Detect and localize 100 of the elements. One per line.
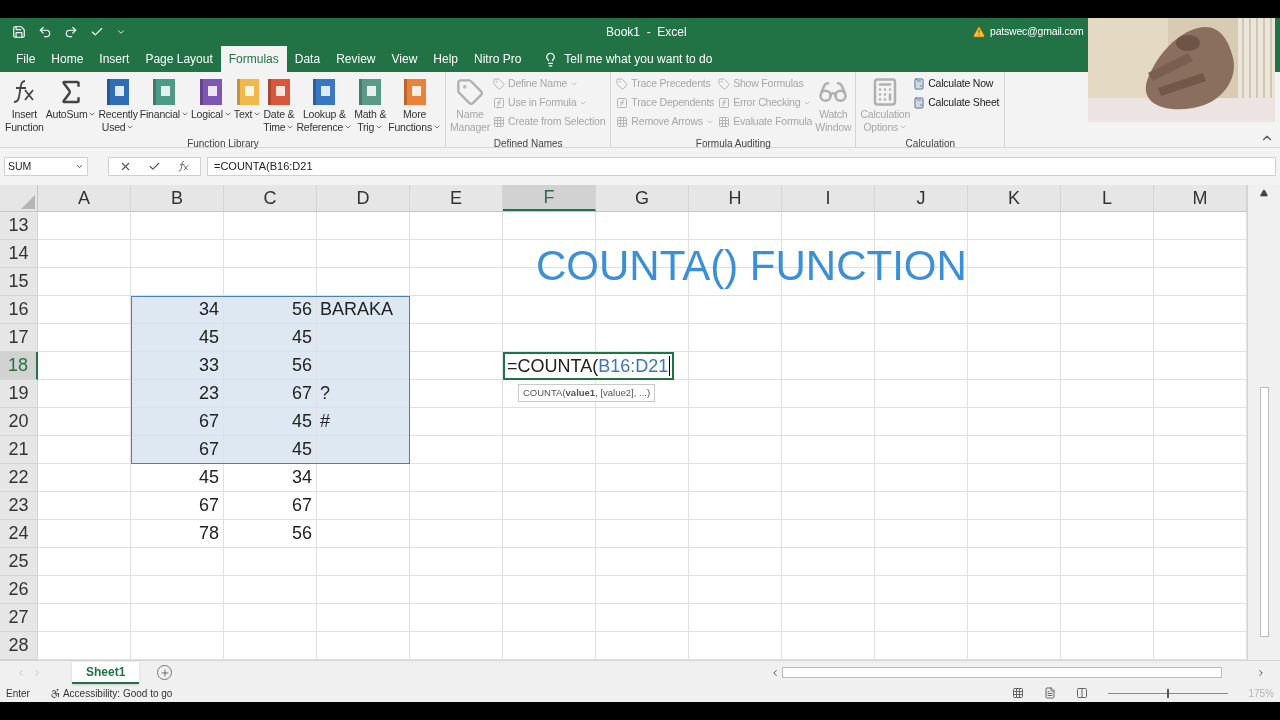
formula-field[interactable]: =COUNTA(B16:D21 [207, 157, 1276, 176]
ribbon-button[interactable]: Calculate Sheet [913, 95, 1000, 111]
row-header[interactable]: 24 [0, 520, 38, 548]
row-header[interactable]: 21 [0, 436, 38, 464]
row-header[interactable]: 19 [0, 380, 38, 408]
column-header[interactable]: L [1061, 185, 1154, 211]
page-break-icon[interactable] [1076, 687, 1089, 699]
grid-cell[interactable]: 56 [224, 352, 317, 379]
row-header[interactable]: 14 [0, 240, 38, 268]
ribbon-button[interactable]: Logical [190, 72, 233, 136]
cell-editor[interactable]: =COUNTA(B16:D21 [503, 352, 675, 380]
undo-icon[interactable] [38, 25, 52, 39]
grid-cell[interactable]: 45 [131, 464, 224, 491]
ribbon-tab[interactable]: View [383, 46, 426, 72]
grid-cell[interactable] [317, 324, 410, 351]
grid-cell[interactable]: 67 [131, 436, 224, 463]
grid-cell[interactable]: ? [317, 380, 410, 407]
grid-cell[interactable]: BARAKA [317, 296, 410, 323]
grid-cell[interactable]: 34 [224, 464, 317, 491]
column-header[interactable]: C [224, 185, 317, 211]
ribbon-tab[interactable]: Page Layout [137, 46, 221, 72]
ribbon-tab[interactable]: Help [425, 46, 466, 72]
grid-cell[interactable]: 33 [131, 352, 224, 379]
row-header[interactable]: 28 [0, 632, 38, 660]
row-header[interactable]: 15 [0, 268, 38, 296]
column-header[interactable]: H [689, 185, 782, 211]
grid-cell[interactable]: # [317, 408, 410, 435]
save-icon[interactable] [12, 25, 26, 39]
column-header[interactable]: K [968, 185, 1061, 211]
scroll-right-icon[interactable] [1256, 667, 1266, 678]
row-header[interactable]: 13 [0, 212, 38, 240]
sheet-tab[interactable]: Sheet1 [72, 661, 140, 684]
zoom-thumb[interactable] [1167, 688, 1170, 698]
grid-cell[interactable]: 34 [131, 296, 224, 323]
cancel-icon[interactable] [119, 160, 132, 173]
row-header[interactable]: 27 [0, 604, 38, 632]
grid-cell[interactable] [317, 352, 410, 379]
ribbon-tab[interactable]: Formulas [220, 46, 287, 72]
column-header[interactable]: G [596, 185, 689, 211]
grid-cell[interactable]: 67 [224, 492, 317, 519]
grid-cell[interactable] [317, 436, 410, 463]
row-header[interactable]: 18 [0, 352, 38, 380]
page-layout-icon[interactable] [1044, 687, 1057, 699]
row-header[interactable]: 16 [0, 296, 38, 324]
ribbon-button[interactable]: Lookup & Reference [295, 72, 354, 136]
column-header[interactable]: B [131, 185, 224, 211]
row-header[interactable]: 22 [0, 464, 38, 492]
grid-cell[interactable]: 45 [131, 324, 224, 351]
window-title: Book1 - Excel [606, 24, 687, 41]
normal-view-icon[interactable] [1012, 687, 1025, 699]
ribbon-button[interactable]: Calculate Now [913, 76, 1000, 92]
scrollbar-thumb[interactable] [1259, 387, 1269, 637]
grid-cell[interactable]: 45 [224, 324, 317, 351]
grid-cell[interactable]: 23 [131, 380, 224, 407]
ribbon-tab[interactable]: Review [328, 46, 384, 72]
grid-cell[interactable]: 45 [224, 436, 317, 463]
grid-cell[interactable]: 56 [224, 520, 317, 547]
ribbon-button[interactable]: AutoSum [44, 72, 98, 136]
caret-icon [803, 99, 812, 107]
ribbon-button[interactable]: Math & Trig [353, 72, 388, 136]
ribbon-tab[interactable]: Home [43, 46, 92, 72]
column-header[interactable]: J [875, 185, 968, 211]
column-header[interactable]: D [317, 185, 410, 211]
ribbon-button[interactable]: Recently Used [97, 72, 139, 136]
column-header[interactable]: A [38, 185, 131, 211]
row-header[interactable]: 25 [0, 548, 38, 576]
grid-cell[interactable]: 45 [224, 408, 317, 435]
ribbon-button[interactable]: More Functions [387, 72, 442, 136]
scroll-up-icon[interactable] [1260, 189, 1268, 197]
horizontal-scrollbar[interactable] [782, 667, 1222, 678]
ribbon-button[interactable]: Financial [138, 72, 190, 136]
enter-icon[interactable] [148, 160, 161, 173]
grid-cell[interactable]: 78 [131, 520, 224, 547]
tell-me-field[interactable]: Tell me what you want to do [564, 50, 713, 68]
row-header[interactable]: 26 [0, 576, 38, 604]
grid-cell[interactable]: 67 [131, 408, 224, 435]
row-header[interactable]: 23 [0, 492, 38, 520]
ribbon-button[interactable]: Text [232, 72, 263, 136]
ribbon-tab[interactable]: Data [286, 46, 329, 72]
redo-icon[interactable] [64, 25, 78, 39]
ribbon-tab[interactable]: Insert [91, 46, 138, 72]
accessibility-status[interactable]: Accessibility: Good to go [62, 685, 173, 701]
grid-cell[interactable]: 67 [131, 492, 224, 519]
grid-cell[interactable]: 67 [224, 380, 317, 407]
tag-icon [455, 78, 484, 106]
column-header[interactable]: I [782, 185, 875, 211]
accessibility-icon[interactable] [49, 687, 61, 699]
caret-icon [705, 118, 714, 126]
row-header[interactable]: 17 [0, 324, 38, 352]
ribbon-tab[interactable]: File [8, 46, 44, 72]
function-tooltip: COUNTA(value1, [value2], ...) [518, 384, 656, 403]
ribbon-tab[interactable]: Nitro Pro [466, 46, 530, 72]
scroll-left-icon[interactable] [770, 667, 780, 678]
ribbon-button[interactable]: Date & Time [262, 72, 296, 136]
grid-cell[interactable]: 56 [224, 296, 317, 323]
column-header[interactable]: F [503, 185, 596, 211]
name-box[interactable]: SUM [4, 157, 88, 176]
row-header[interactable]: 20 [0, 408, 38, 436]
ribbon-button[interactable]: Insert Function [4, 72, 45, 136]
command-icon [616, 78, 629, 90]
